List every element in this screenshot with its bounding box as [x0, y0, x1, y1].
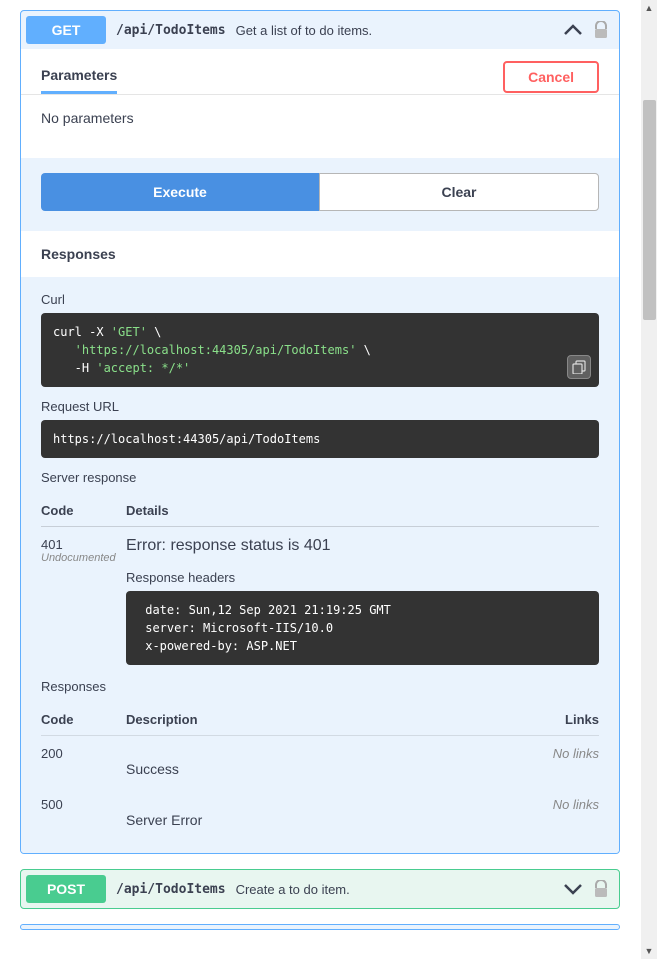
chevron-down-icon[interactable] — [563, 879, 583, 899]
column-description: Description — [126, 712, 519, 727]
scrollbar-thumb[interactable] — [643, 100, 656, 320]
response-section: Curl curl -X 'GET' \ 'https://localhost:… — [21, 277, 619, 853]
tab-parameters[interactable]: Parameters — [41, 59, 117, 94]
lock-icon[interactable] — [593, 880, 609, 898]
action-button-row: Execute Clear — [21, 158, 619, 231]
method-badge-post: POST — [26, 875, 106, 903]
response-headers-block: date: Sun,12 Sep 2021 21:19:25 GMT serve… — [126, 591, 599, 665]
opblock-peek — [20, 924, 620, 930]
server-response-label: Server response — [41, 470, 599, 485]
scrollbar-track[interactable]: ▲ ▼ — [641, 0, 657, 959]
curl-text: \ — [147, 325, 161, 339]
request-url-block: https://localhost:44305/api/TodoItems — [41, 420, 599, 458]
opblock-post-todoitems: POST /api/TodoItems Create a to do item. — [20, 869, 620, 909]
copy-icon[interactable] — [567, 355, 591, 379]
curl-text: -H — [53, 361, 96, 375]
documented-responses-label: Responses — [41, 679, 599, 694]
error-message: Error: response status is 401 — [126, 537, 599, 555]
curl-text: curl -X — [53, 325, 111, 339]
no-parameters-text: No parameters — [41, 110, 134, 126]
curl-text: \ — [356, 343, 370, 357]
curl-url: 'https://localhost:44305/api/TodoItems' — [53, 343, 356, 357]
parameters-tabs-header: Parameters Cancel — [21, 49, 619, 95]
cancel-button[interactable]: Cancel — [503, 61, 599, 93]
column-code: Code — [41, 712, 126, 727]
curl-accept: 'accept: */*' — [96, 361, 190, 375]
response-description: Server Error — [126, 797, 519, 828]
curl-codeblock: curl -X 'GET' \ 'https://localhost:44305… — [41, 313, 599, 387]
parameters-body: No parameters — [21, 95, 619, 158]
method-badge-get: GET — [26, 16, 106, 44]
endpoint-path: /api/TodoItems — [116, 882, 226, 897]
documented-response-row: 500 Server Error No links — [41, 787, 599, 838]
opblock-summary[interactable]: GET /api/TodoItems Get a list of to do i… — [21, 11, 619, 49]
response-links: No links — [519, 797, 599, 828]
undocumented-label: Undocumented — [41, 552, 126, 564]
response-description: Success — [126, 746, 519, 777]
endpoint-description: Create a to do item. — [236, 882, 563, 897]
chevron-up-icon[interactable] — [563, 20, 583, 40]
curl-label: Curl — [41, 292, 599, 307]
response-links: No links — [519, 746, 599, 777]
opblock-summary[interactable]: POST /api/TodoItems Create a to do item. — [21, 870, 619, 908]
column-code: Code — [41, 503, 126, 518]
endpoint-description: Get a list of to do items. — [236, 23, 563, 38]
responses-header: Responses — [21, 231, 619, 277]
opblock-get-todoitems: GET /api/TodoItems Get a list of to do i… — [20, 10, 620, 854]
documented-table-header: Code Description Links — [41, 704, 599, 736]
response-code: 200 — [41, 746, 126, 777]
response-code: 401 — [41, 537, 126, 552]
response-headers-label: Response headers — [126, 570, 599, 585]
documented-response-row: 200 Success No links — [41, 736, 599, 787]
endpoint-path: /api/TodoItems — [116, 23, 226, 38]
column-details: Details — [126, 503, 599, 518]
curl-method: 'GET' — [111, 325, 147, 339]
server-response-row: 401 Undocumented Error: response status … — [41, 527, 599, 669]
scrollbar-arrow-up-icon[interactable]: ▲ — [641, 0, 657, 16]
response-code: 500 — [41, 797, 126, 828]
server-response-table-header: Code Details — [41, 495, 599, 527]
column-links: Links — [519, 712, 599, 727]
lock-icon[interactable] — [593, 21, 609, 39]
scrollbar-arrow-down-icon[interactable]: ▼ — [641, 943, 657, 959]
request-url-label: Request URL — [41, 399, 599, 414]
execute-button[interactable]: Execute — [41, 173, 319, 211]
clear-button[interactable]: Clear — [319, 173, 599, 211]
